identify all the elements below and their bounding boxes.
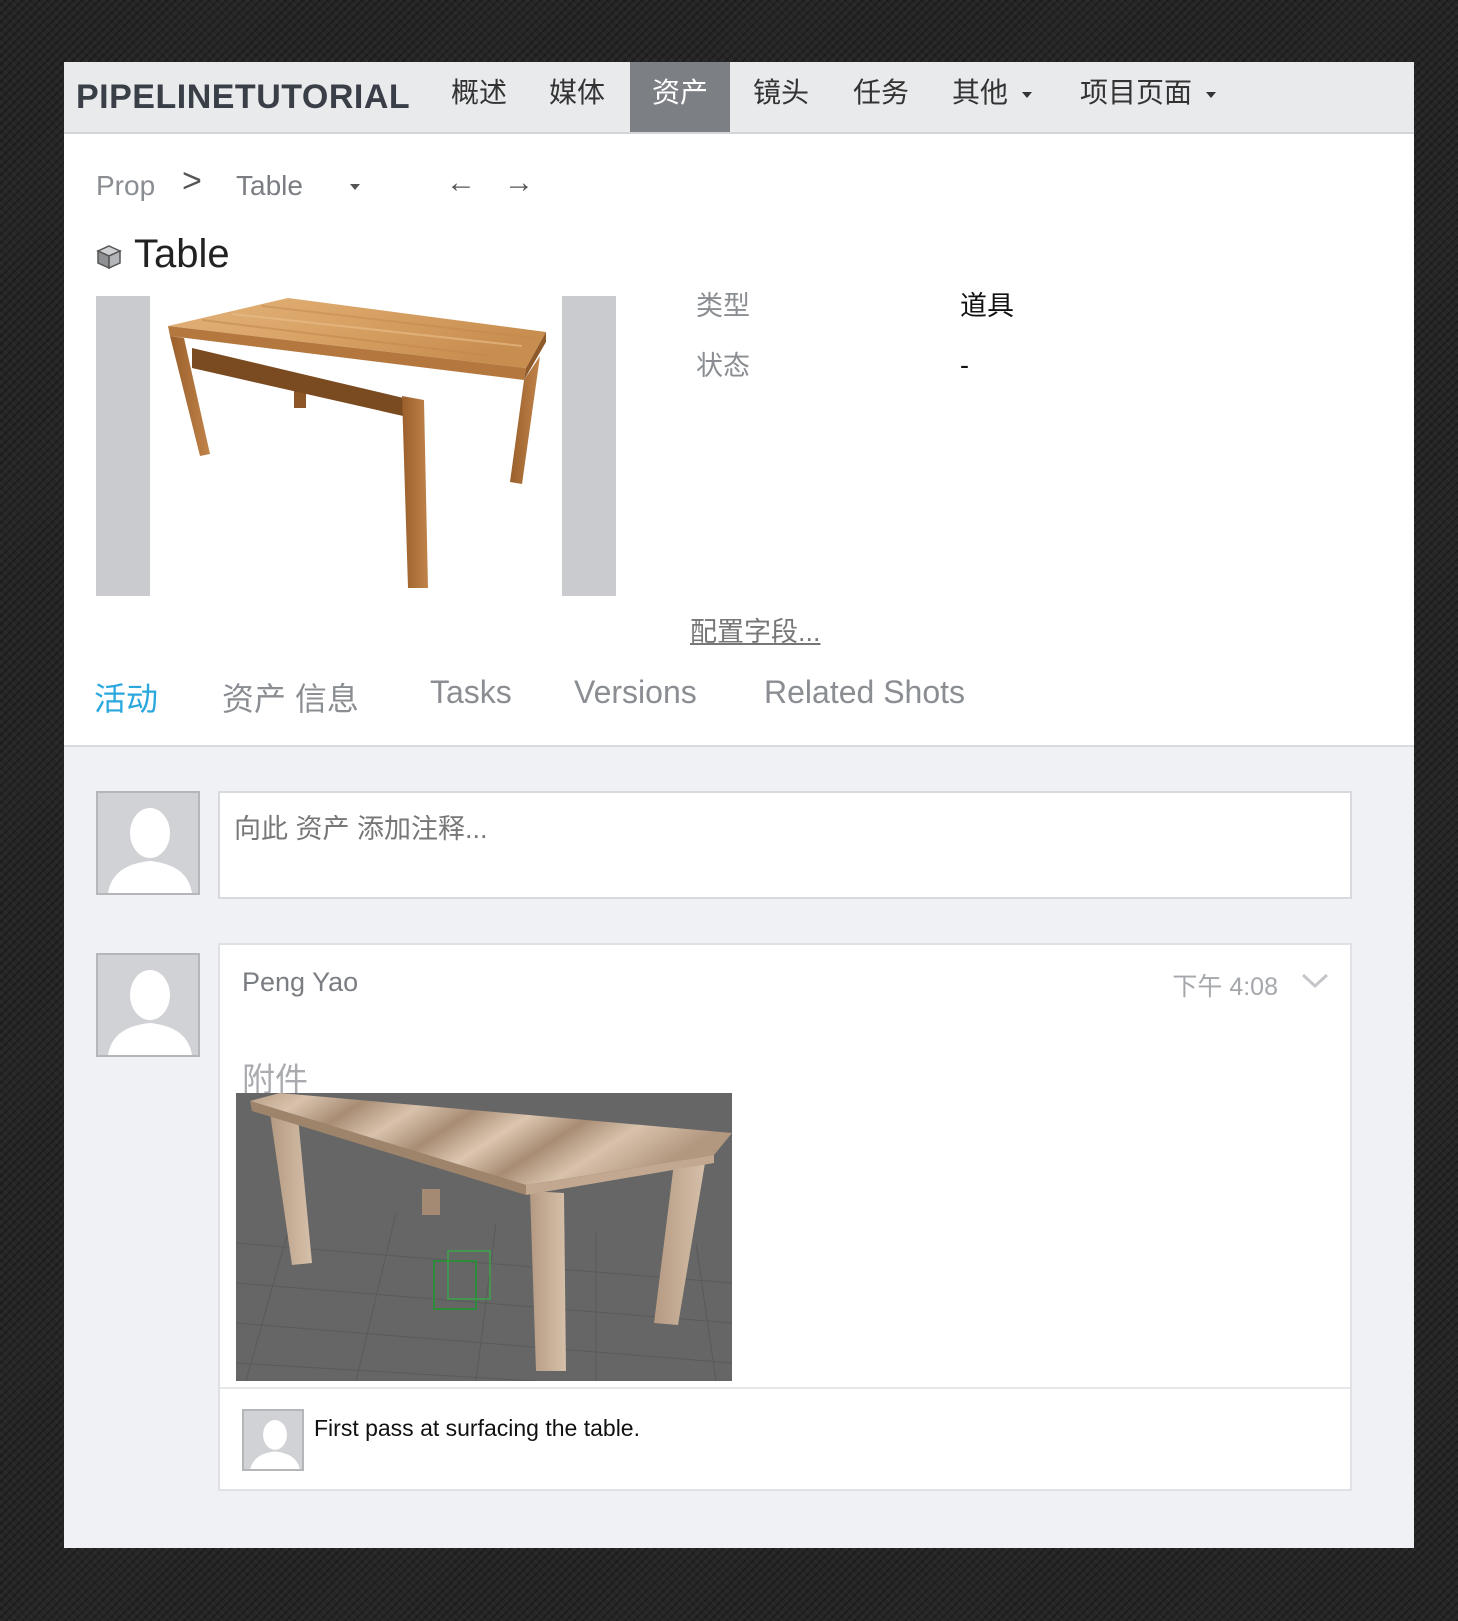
tab-versions[interactable]: Versions	[574, 674, 697, 711]
breadcrumb-current[interactable]: Table	[236, 170, 303, 202]
thumbnail-side-bar	[96, 296, 150, 596]
activity-author[interactable]: Peng Yao	[242, 967, 358, 998]
avatar	[242, 1409, 304, 1471]
configure-fields-link[interactable]: 配置字段...	[690, 610, 821, 649]
avatar	[96, 791, 200, 895]
project-brand[interactable]: PIPELINETUTORIAL	[76, 72, 410, 122]
nav-shots[interactable]: 镜头	[734, 62, 828, 132]
tab-tasks[interactable]: Tasks	[430, 674, 512, 711]
top-navbar: PIPELINETUTORIAL 概述 媒体 资产 镜头 任务 其他 项目页面	[64, 62, 1414, 134]
breadcrumb-caret-icon[interactable]	[350, 184, 360, 190]
cube-icon	[96, 245, 122, 270]
breadcrumb-parent[interactable]: Prop	[96, 170, 155, 202]
field-label-type: 类型	[696, 291, 750, 321]
note-input[interactable]	[218, 791, 1352, 899]
caret-down-icon	[1206, 91, 1216, 98]
chevron-down-icon[interactable]	[1300, 971, 1330, 991]
field-value-status[interactable]: -	[960, 350, 969, 381]
note-body: First pass at surfacing the table.	[314, 1415, 640, 1441]
nav-media[interactable]: 媒体	[530, 62, 624, 132]
nav-other-dropdown[interactable]: 其他	[936, 62, 1048, 132]
asset-thumbnail[interactable]	[96, 296, 616, 596]
arrow-left-icon[interactable]: ←	[446, 166, 476, 200]
nav-overview[interactable]: 概述	[432, 62, 526, 132]
nav-tasks[interactable]: 任务	[834, 62, 928, 132]
arrow-right-icon[interactable]: →	[504, 166, 534, 200]
activity-card: Peng Yao 下午 4:08 附件 First pass at surfac…	[218, 943, 1352, 1491]
thumbnail-side-bar	[562, 296, 616, 596]
field-label-status: 状态	[696, 351, 750, 381]
card-divider	[220, 1387, 1350, 1389]
avatar	[96, 953, 200, 1057]
user-silhouette-icon	[108, 970, 192, 1055]
asset-detail-page: PIPELINETUTORIAL 概述 媒体 资产 镜头 任务 其他 项目页面 …	[64, 62, 1414, 1548]
user-silhouette-icon	[250, 1419, 300, 1469]
breadcrumb-separator: >	[182, 162, 202, 200]
nav-assets[interactable]: 资产	[630, 62, 730, 132]
tab-related-shots[interactable]: Related Shots	[764, 674, 965, 711]
activity-stream: Peng Yao 下午 4:08 附件	[64, 747, 1414, 1548]
nav-project-pages-dropdown[interactable]: 项目页面	[1068, 62, 1228, 132]
page-title: Table	[134, 232, 230, 276]
activity-timestamp: 下午 4:08	[1172, 973, 1278, 1001]
user-silhouette-icon	[108, 808, 192, 893]
tab-asset-info[interactable]: 资产 信息	[222, 674, 359, 720]
tab-activity[interactable]: 活动	[94, 674, 158, 720]
table-3d-render[interactable]	[236, 1093, 732, 1381]
wooden-table-photo	[162, 296, 558, 596]
caret-down-icon	[1022, 91, 1032, 98]
field-value-type[interactable]: 道具	[960, 284, 1014, 323]
